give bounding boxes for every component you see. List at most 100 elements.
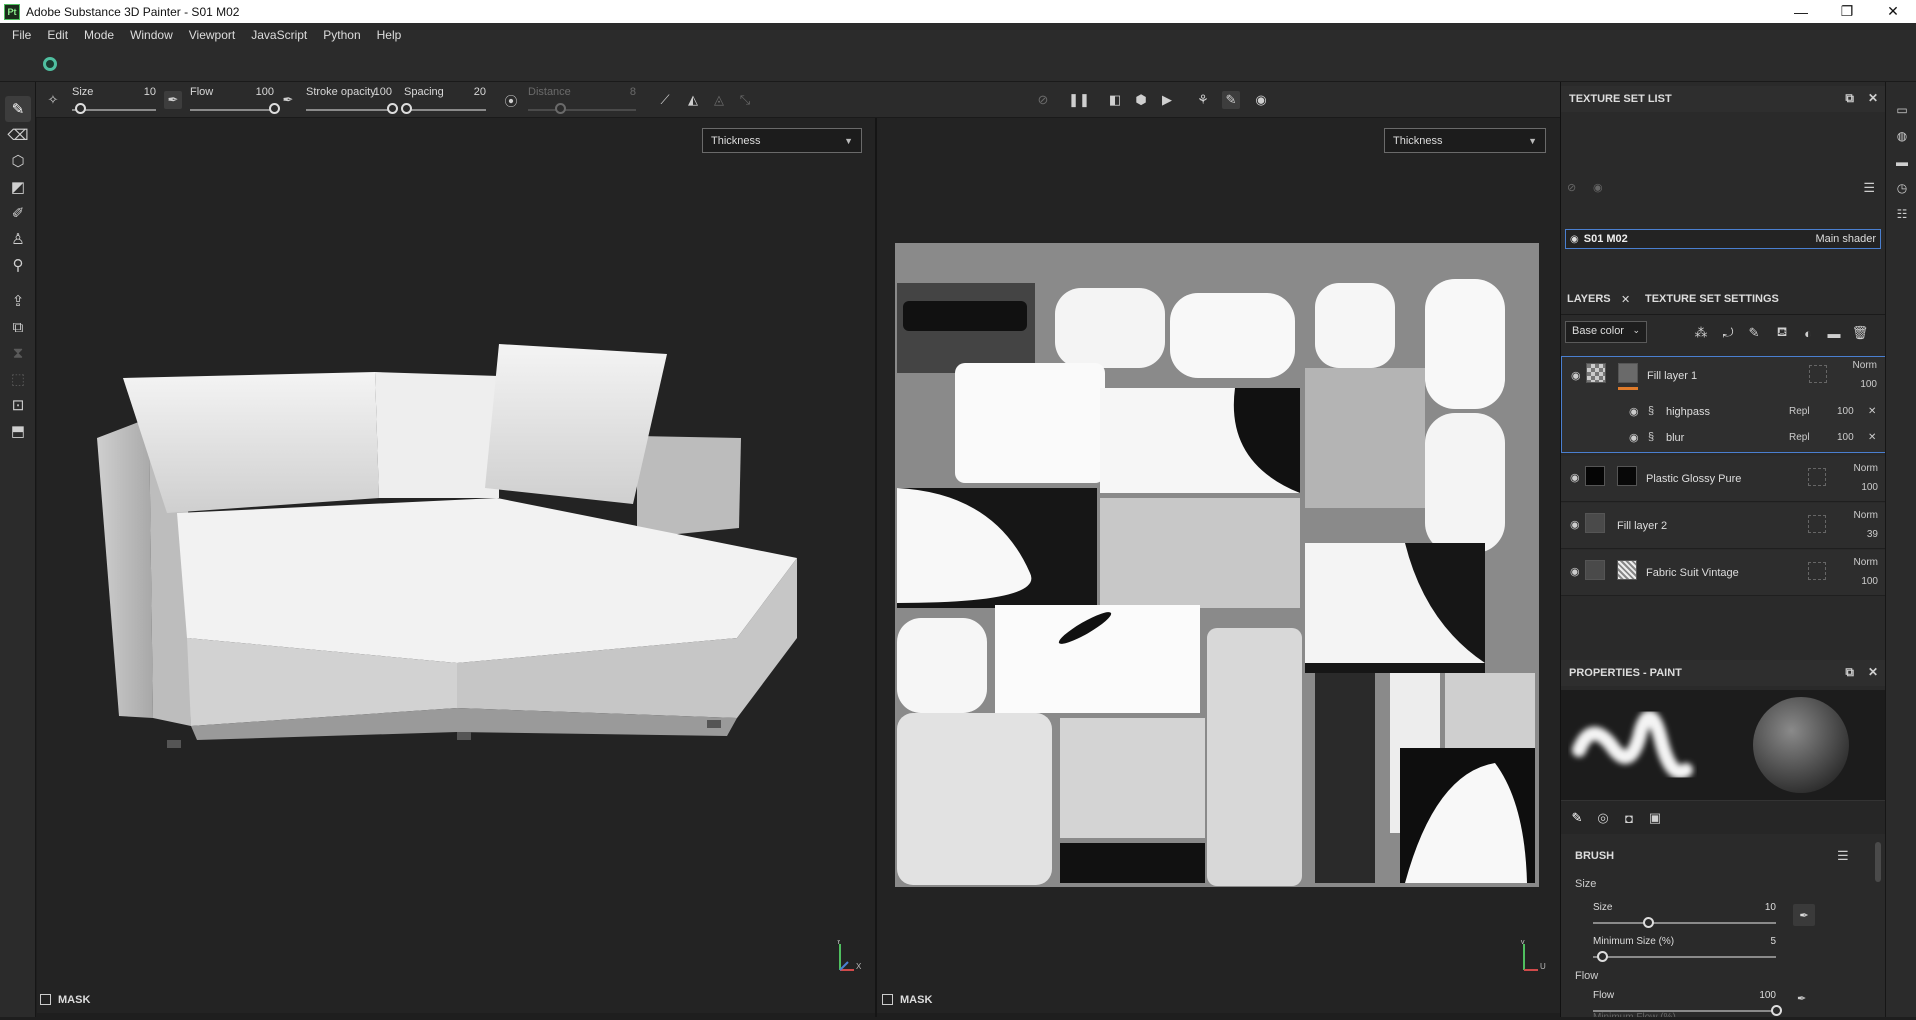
mask-toggle-3d[interactable]: MASK (40, 988, 90, 1011)
menu-mode[interactable]: Mode (76, 28, 122, 42)
brush-size-knob[interactable] (1642, 917, 1654, 928)
screenshot-icon[interactable]: ◉ (1252, 91, 1270, 109)
menu-file[interactable]: File (4, 28, 39, 42)
layer-opacity[interactable]: 100 (1861, 576, 1878, 587)
layer-blend-mode[interactable]: Norm (1853, 360, 1877, 371)
sync-status-icon[interactable] (43, 57, 57, 71)
spacing-slider[interactable]: Spacing 20 (401, 84, 486, 118)
mask-checkbox-3d[interactable] (40, 994, 51, 1005)
symmetry-icon[interactable]: ◭ (684, 91, 702, 109)
remove-effect-icon[interactable]: ✕ (1868, 406, 1876, 417)
close-panel-icon[interactable]: ✕ (1868, 665, 1878, 680)
iray-icon[interactable]: ⚘ (1194, 91, 1212, 109)
eye-icon[interactable]: ◉ (1629, 431, 1639, 444)
minimize-button[interactable]: — (1778, 0, 1824, 23)
display-settings-dock-icon[interactable]: ▬ (1894, 154, 1910, 170)
min-size-slider[interactable]: Minimum Size (%) 5 (1593, 936, 1776, 966)
line-stroke-icon[interactable]: ⟋ (656, 91, 674, 109)
pen-pressure-icon[interactable]: ✒ (164, 91, 182, 109)
material-tab-icon[interactable]: ▣ (1645, 808, 1665, 828)
smudge-icon[interactable]: ✐ (5, 200, 31, 226)
distance-slider[interactable]: Distance 8 (528, 84, 636, 118)
layer-opacity[interactable]: 100 (1861, 482, 1878, 493)
eraser-icon[interactable]: ⌫ (5, 122, 31, 148)
shelf-dock-icon[interactable]: ◍ (1894, 128, 1910, 144)
eye-icon[interactable]: ◉ (1629, 405, 1639, 418)
undock-icon[interactable]: ⧉ (1845, 665, 1854, 680)
cube-view-icon[interactable]: ⬢ (1132, 91, 1150, 109)
pause-icon[interactable]: ❚❚ (1068, 91, 1090, 109)
close-panel-icon[interactable]: ✕ (1868, 91, 1878, 106)
measure-icon[interactable]: ⊡ (5, 392, 31, 418)
stencil-tab-icon[interactable]: ◘ (1619, 808, 1639, 828)
layer-blend-mode[interactable]: Norm (1854, 463, 1878, 474)
flow-pressure-icon[interactable]: ✒ (279, 91, 297, 109)
layer-opacity[interactable]: 39 (1867, 529, 1878, 540)
flow-slider[interactable]: Flow 100 (190, 84, 280, 118)
symmetry-off-icon[interactable]: ◬ (710, 91, 728, 109)
magic-wand-icon[interactable]: ⁂ (1692, 324, 1710, 342)
tab-texture-set-settings[interactable]: TEXTURE SET SETTINGS (1645, 293, 1779, 305)
paint-layer-icon[interactable]: ✎ (1745, 324, 1763, 342)
eye-icon[interactable]: ◉ (1570, 565, 1580, 578)
brush-tab-icon[interactable]: ✎ (1567, 808, 1587, 828)
hourglass-icon[interactable]: ⧗ (5, 340, 31, 366)
alignment-icon[interactable]: ✧ (44, 91, 62, 109)
history-dock-icon[interactable]: ◷ (1894, 180, 1910, 196)
alpha-tab-icon[interactable]: ◎ (1593, 808, 1613, 828)
size-slider[interactable]: Size 10 (72, 84, 156, 118)
transform-icon[interactable]: ⬚ (5, 366, 31, 392)
effect-opacity[interactable]: 100 (1837, 406, 1854, 417)
paint-mode-icon[interactable]: ✎ (1222, 91, 1240, 109)
eye-icon[interactable]: ◉ (1571, 369, 1581, 382)
layer-blend-mode[interactable]: Norm (1854, 557, 1878, 568)
properties-scrollbar[interactable] (1875, 842, 1881, 882)
clone-stamp-icon[interactable]: ♙ (5, 226, 31, 252)
layer-fill-layer-2[interactable]: ◉ Fill layer 2 Norm 39 (1561, 503, 1886, 549)
maximize-button[interactable]: ❐ (1824, 0, 1870, 23)
camera-icon[interactable]: ▶ (1158, 91, 1176, 109)
effect-opacity[interactable]: 100 (1837, 432, 1854, 443)
eye-icon[interactable]: ◉ (1570, 471, 1580, 484)
tab-layers[interactable]: LAYERS (1567, 293, 1611, 305)
effect-row-highpass[interactable]: ◉ § highpass Repl 100 ✕ (1562, 401, 1887, 427)
mask-toggle-2d[interactable]: MASK (882, 988, 932, 1011)
eye-icon[interactable]: ◉ (1570, 234, 1579, 245)
trash-icon[interactable]: 🗑 (1851, 324, 1869, 342)
mask-icon[interactable]: ◐ (1799, 324, 1817, 342)
projection-icon[interactable]: ⬡ (5, 148, 31, 174)
min-size-knob[interactable] (1597, 951, 1609, 962)
uv-symmetry-icon[interactable]: ⤡ (736, 91, 754, 109)
lazy-mouse-icon[interactable]: ⦿ (502, 91, 520, 109)
layer-fill-layer-1[interactable]: ◉ Fill layer 1 Norm 100 ◉ § highpass Rep… (1561, 356, 1886, 453)
stroke-opacity-knob[interactable] (387, 103, 398, 114)
effect-row-blur[interactable]: ◉ § blur Repl 100 ✕ (1562, 427, 1887, 453)
brush-size-slider[interactable]: Size 10 (1593, 902, 1776, 932)
close-tab-icon[interactable]: ✕ (1621, 293, 1630, 306)
uv-tool-icon[interactable]: ⬒ (5, 418, 31, 444)
folder-icon[interactable]: ▬ (1825, 324, 1843, 342)
channel-dropdown-2d[interactable]: Thickness ▼ (1384, 128, 1546, 153)
menu-javascript[interactable]: JavaScript (243, 28, 315, 42)
menu-edit[interactable]: Edit (39, 28, 76, 42)
size-knob[interactable] (75, 103, 87, 114)
texture-set-shader[interactable]: Main shader (1815, 233, 1876, 245)
viewport-2d[interactable]: Thickness ▼ V U (877, 118, 1560, 1013)
hide-all-icon[interactable]: ⊘ (1567, 181, 1576, 194)
close-button[interactable]: ✕ (1870, 0, 1916, 23)
section-menu-icon[interactable]: ☰ (1837, 848, 1849, 864)
menu-window[interactable]: Window (122, 28, 181, 42)
bake-icon[interactable]: ⇪ (5, 288, 31, 314)
paint-brush-icon[interactable]: ✎ (5, 96, 31, 122)
layer-opacity[interactable]: 100 (1860, 379, 1877, 390)
log-dock-icon[interactable]: ☷ (1894, 206, 1910, 222)
effect-blend[interactable]: Repl (1789, 432, 1810, 443)
layer-blend-mode[interactable]: Norm (1854, 510, 1878, 521)
texture-set-row[interactable]: ◉ S01 M02 Main shader (1565, 229, 1881, 249)
menu-python[interactable]: Python (315, 28, 368, 42)
layer-fabric-suit-vintage[interactable]: ◉ Fabric Suit Vintage Norm 100 (1561, 550, 1886, 596)
effect-blend[interactable]: Repl (1789, 406, 1810, 417)
viewport-3d[interactable]: Thickness ▼ Y X (37, 118, 875, 1013)
mask-checkbox-2d[interactable] (882, 994, 893, 1005)
polygon-fill-icon[interactable]: ◩ (5, 174, 31, 200)
